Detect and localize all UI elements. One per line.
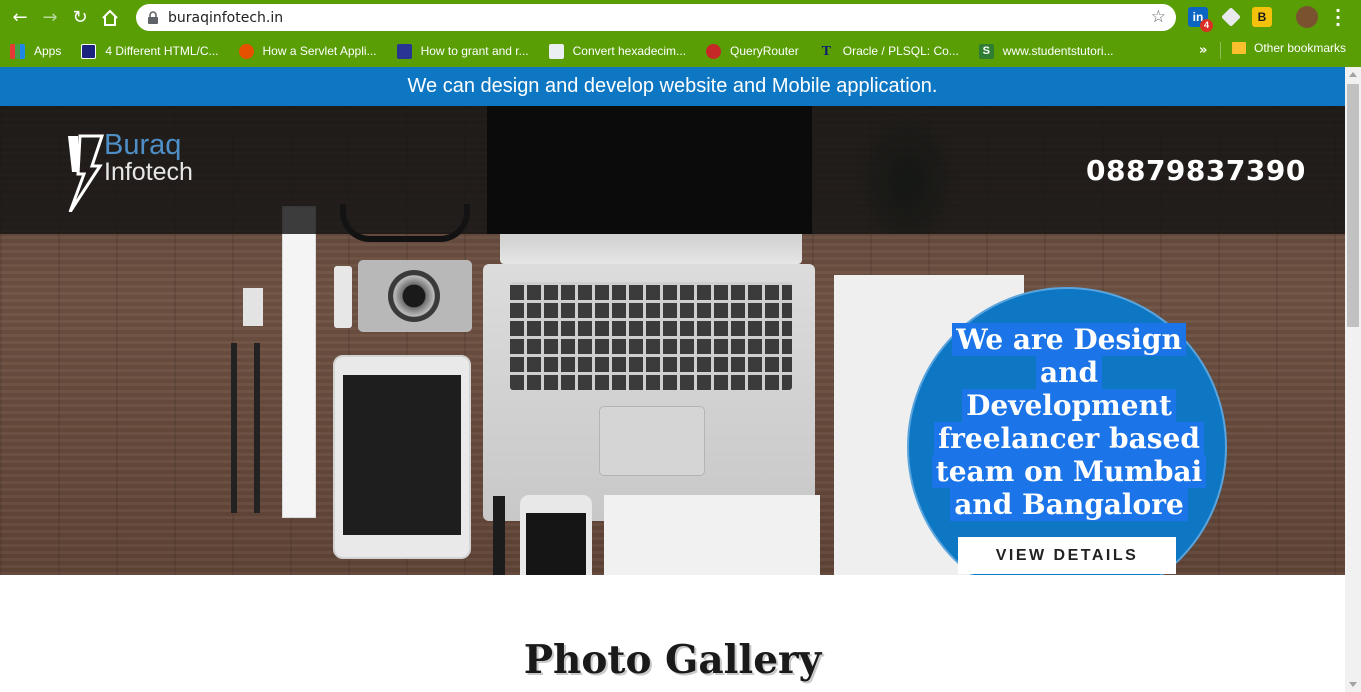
scroll-down-arrow-icon[interactable] bbox=[1349, 682, 1357, 687]
bookmark-label: 4 Different HTML/C... bbox=[105, 44, 219, 58]
profile-avatar[interactable] bbox=[1296, 6, 1318, 28]
bookmarks-bar: Apps 4 Different HTML/C... How a Servlet… bbox=[0, 35, 1361, 67]
contact-phone[interactable]: 08879837390 bbox=[1086, 154, 1306, 187]
desk-ruler-image bbox=[282, 206, 316, 518]
address-bar[interactable]: buraqinfotech.in ☆ bbox=[136, 4, 1176, 31]
bookmark-label: Apps bbox=[34, 44, 62, 58]
laptop-keyboard bbox=[510, 282, 792, 390]
phone-screen bbox=[526, 513, 586, 575]
photo-gallery-heading: Photo Gallery bbox=[523, 637, 822, 683]
bookmark-label: www.studentstutori... bbox=[1002, 44, 1114, 58]
bookmark-item[interactable]: T Oracle / PLSQL: Co... bbox=[819, 44, 959, 59]
linkedin-extension-icon[interactable]: in 4 bbox=[1188, 7, 1213, 32]
logo-text-buraq: Buraq bbox=[104, 129, 182, 161]
web-page: We can design and develop website and Mo… bbox=[0, 67, 1345, 692]
bookmark-item[interactable]: How a Servlet Appli... bbox=[238, 43, 377, 59]
bookmark-label: How a Servlet Appli... bbox=[262, 44, 377, 58]
promo-line: team on Mumbai bbox=[931, 455, 1207, 488]
url-text[interactable]: buraqinfotech.in bbox=[168, 10, 283, 26]
laptop-image bbox=[483, 264, 815, 521]
apps-grid-icon bbox=[10, 43, 25, 59]
promo-circle: We are Design and Development freelancer… bbox=[907, 287, 1227, 575]
desk-camera-image bbox=[358, 260, 472, 332]
bookmark-item[interactable]: 4 Different HTML/C... bbox=[81, 43, 219, 59]
bookmark-star-icon[interactable]: ☆ bbox=[1151, 7, 1166, 27]
promo-line: and bbox=[1035, 356, 1103, 389]
back-icon[interactable]: ← bbox=[8, 6, 32, 30]
shield-icon bbox=[238, 43, 254, 59]
scrollbar-thumb[interactable] bbox=[1347, 84, 1359, 327]
header-monitor-image bbox=[487, 106, 812, 234]
bookmark-item[interactable]: Convert hexadecim... bbox=[548, 43, 687, 59]
puzzle-icon bbox=[548, 43, 564, 59]
promo-line: freelancer based bbox=[934, 422, 1204, 455]
huawei-icon bbox=[706, 43, 722, 59]
other-bookmarks[interactable]: Other bookmarks bbox=[1232, 41, 1346, 55]
laptop-trackpad bbox=[599, 406, 705, 476]
bookmark-item[interactable]: QueryRouter bbox=[706, 43, 799, 59]
play-icon bbox=[396, 43, 412, 59]
promo-line: Development bbox=[962, 389, 1176, 422]
tablet-screen bbox=[343, 375, 461, 535]
home-icon[interactable] bbox=[98, 6, 122, 30]
bookmark-label: How to grant and r... bbox=[420, 44, 529, 58]
more-bookmarks-chevron-icon[interactable]: » bbox=[1199, 43, 1207, 58]
announcement-banner: We can design and develop website and Mo… bbox=[0, 67, 1345, 106]
bookmark-label: QueryRouter bbox=[730, 44, 799, 58]
folder-icon bbox=[1232, 42, 1246, 54]
forward-icon[interactable]: → bbox=[38, 6, 62, 30]
bookmark-label: Convert hexadecim... bbox=[572, 44, 687, 58]
t-icon: T bbox=[821, 43, 831, 59]
bookmark-label: Oracle / PLSQL: Co... bbox=[842, 44, 959, 58]
desk-pencil-image bbox=[231, 343, 237, 513]
bookmark-apps[interactable]: Apps bbox=[10, 43, 62, 59]
s-icon: S bbox=[978, 43, 994, 59]
scroll-up-arrow-icon[interactable] bbox=[1349, 72, 1357, 77]
desk-pen-image bbox=[493, 496, 505, 575]
desk-tablet-image bbox=[333, 355, 471, 559]
cube-extension-icon[interactable] bbox=[1221, 7, 1241, 27]
lightning-bolt-icon bbox=[68, 134, 105, 212]
promo-line: We are Design bbox=[952, 323, 1186, 356]
browser-menu-icon[interactable]: · · · bbox=[1334, 3, 1342, 33]
extension-badge: 4 bbox=[1200, 19, 1213, 32]
desk-eraser-image bbox=[243, 288, 263, 326]
lock-icon bbox=[147, 11, 159, 24]
desk-pencil-image bbox=[254, 343, 260, 513]
laptop-hinge-image bbox=[500, 234, 802, 264]
promo-line: and Bangalore bbox=[950, 488, 1188, 521]
bookmark-item[interactable]: How to grant and r... bbox=[396, 43, 529, 59]
site-header: Buraq Infotech 08879837390 bbox=[0, 106, 1345, 234]
page-scrollbar[interactable] bbox=[1345, 67, 1361, 692]
monitor-icon bbox=[81, 43, 97, 59]
camera-lens bbox=[388, 270, 440, 322]
browser-toolbar: ← → ↻ buraqinfotech.in ☆ in 4 B · · · bbox=[0, 0, 1361, 35]
bookmark-extension-icon[interactable]: B bbox=[1252, 7, 1272, 27]
promo-headline: We are Design and Development freelancer… bbox=[929, 323, 1209, 521]
other-bookmarks-label: Other bookmarks bbox=[1254, 41, 1347, 55]
reload-icon[interactable]: ↻ bbox=[68, 6, 92, 30]
site-logo[interactable]: Buraq Infotech bbox=[66, 129, 206, 212]
desk-usb-image bbox=[334, 266, 352, 328]
bookmarks-divider bbox=[1220, 42, 1221, 59]
bookmark-item[interactable]: Swww.studentstutori... bbox=[978, 43, 1114, 59]
logo-text-infotech: Infotech bbox=[104, 158, 193, 186]
desk-paper-image bbox=[604, 495, 820, 575]
desk-phone-image bbox=[520, 495, 592, 575]
hero-section: Buraq Infotech 08879837390 We are Design… bbox=[0, 106, 1345, 575]
view-details-button[interactable]: VIEW DETAILS bbox=[958, 537, 1176, 574]
